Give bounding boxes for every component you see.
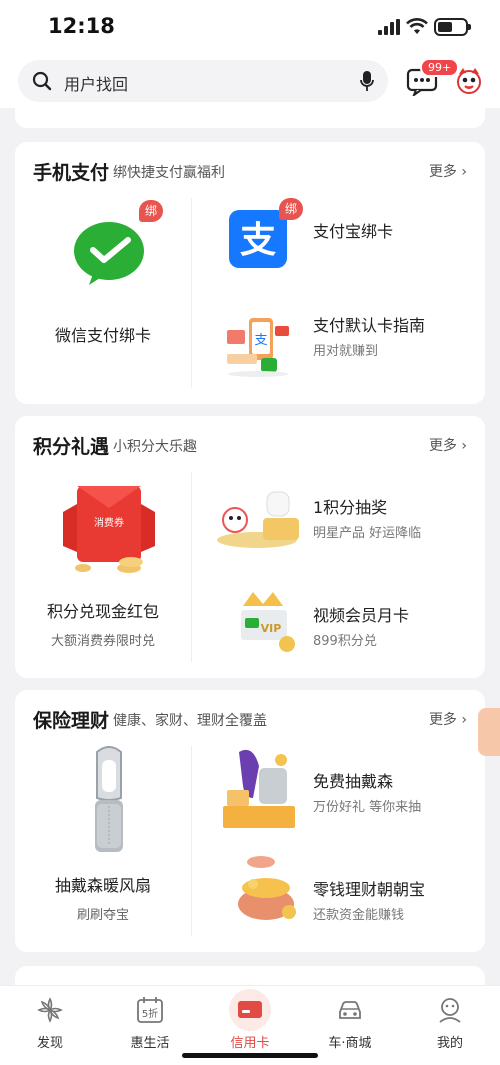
- coin-box-illustration: [238, 856, 296, 920]
- item-subtitle: 大额消费券限时兑: [50, 634, 155, 649]
- default-card-guide-illustration: 支: [227, 318, 289, 377]
- battery-icon: [434, 18, 471, 36]
- item-title: 支付宝绑卡: [313, 222, 394, 241]
- red-envelope-illustration: 消费券: [63, 486, 155, 573]
- mobile-payment-card: 手机支付 绑快捷支付赢福利 更多 › 绑 微信支付绑卡 支 绑 支付宝绑卡 支: [15, 142, 485, 404]
- svg-text:支: 支: [254, 333, 267, 348]
- item-title: 支付默认卡指南: [313, 316, 426, 335]
- dyson-gift-box-illustration: [223, 749, 295, 828]
- more-link[interactable]: 更多 ›: [429, 709, 467, 729]
- video-vip-monthly-item[interactable]: VIP 视频会员月卡 899积分兑: [205, 580, 475, 670]
- alipay-bind-card-item[interactable]: 支 绑 支付宝绑卡: [205, 198, 475, 288]
- item-title: 微信支付绑卡: [54, 326, 151, 345]
- search-placeholder: 用户找回: [64, 75, 129, 94]
- alipay-icon: 支: [229, 210, 287, 268]
- section-title: 手机支付: [33, 162, 110, 184]
- chevron-right-icon: ›: [461, 164, 467, 180]
- cellular-signal-icon: [378, 19, 400, 35]
- default-card-guide-item[interactable]: 支 支付默认卡指南 用对就赚到: [205, 302, 475, 392]
- points-rewards-card: 积分礼遇 小积分大乐趣 更多 › 消费券 积分兑现金红包 大额消费券限时兑 1积…: [15, 416, 485, 678]
- section-title: 积分礼遇: [33, 436, 110, 458]
- more-link[interactable]: 更多 ›: [429, 435, 467, 455]
- status-bar: 12:18: [0, 0, 500, 56]
- tab-label: 惠生活: [130, 1036, 170, 1051]
- tab-label: 信用卡: [230, 1036, 270, 1051]
- car-icon: [339, 1001, 361, 1019]
- one-point-lottery-item[interactable]: 1积分抽奖 明星产品 好运降临: [205, 472, 475, 562]
- floating-side-tag[interactable]: [478, 708, 500, 756]
- free-dyson-lottery-item[interactable]: 免费抽戴森 万份好礼 等你来抽: [205, 746, 475, 836]
- item-subtitle: 用对就赚到: [313, 344, 379, 359]
- svg-text:VIP: VIP: [261, 622, 282, 635]
- item-title: 零钱理财朝朝宝: [313, 880, 426, 899]
- earbuds-lottery-illustration: [217, 491, 299, 548]
- item-subtitle: 明星产品 好运降临: [313, 526, 422, 541]
- dyson-fan-illustration: [95, 746, 123, 852]
- vip-card-illustration: VIP: [241, 592, 295, 652]
- chevron-right-icon: ›: [461, 712, 467, 728]
- tab-label: 我的: [436, 1036, 463, 1051]
- section-subtitle: 绑快捷支付赢福利: [113, 165, 225, 181]
- insurance-finance-card: 保险理财 健康、家财、理财全覆盖 更多 › 抽戴森暖风扇 刷刷夺宝 免费抽戴森 …: [15, 690, 485, 952]
- item-title: 积分兑现金红包: [46, 602, 159, 621]
- zhaozhaobao-finance-item[interactable]: 零钱理财朝朝宝 还款资金能赚钱: [205, 854, 475, 944]
- top-header: 用户找回 99+: [0, 56, 500, 108]
- item-subtitle: 还款资金能赚钱: [313, 908, 405, 923]
- discount-icon: 5折: [137, 997, 163, 1023]
- dyson-heater-lottery-item[interactable]: 抽戴森暖风扇 刷刷夺宝: [15, 740, 191, 940]
- section-title: 保险理财: [33, 710, 110, 732]
- search-icon: [32, 71, 52, 91]
- more-label: 更多: [428, 712, 457, 728]
- item-title: 1积分抽奖: [313, 498, 388, 517]
- wifi-icon: [406, 18, 428, 34]
- item-title: 抽戴森暖风扇: [54, 876, 151, 895]
- bind-badge: 绑: [279, 198, 303, 220]
- more-label: 更多: [428, 438, 457, 454]
- mascot-avatar-icon[interactable]: [454, 66, 484, 96]
- more-link[interactable]: 更多 ›: [429, 161, 467, 181]
- section-subtitle: 健康、家财、理财全覆盖: [113, 713, 267, 729]
- section-subtitle: 小积分大乐趣: [113, 439, 197, 455]
- more-label: 更多: [428, 164, 457, 180]
- bind-badge: 绑: [139, 200, 163, 222]
- item-title: 视频会员月卡: [313, 606, 410, 625]
- svg-text:消费券: 消费券: [94, 516, 124, 529]
- wechat-pay-icon: [74, 222, 144, 285]
- svg-text:支: 支: [240, 220, 276, 261]
- tab-label: 车·商城: [328, 1036, 372, 1051]
- discover-icon: [37, 997, 63, 1023]
- item-subtitle: 899积分兑: [313, 634, 377, 649]
- points-cash-redpacket-item[interactable]: 消费券 积分兑现金红包 大额消费券限时兑: [15, 466, 191, 666]
- item-title: 免费抽戴森: [313, 772, 394, 791]
- status-time: 12:18: [48, 14, 115, 38]
- profile-icon: [439, 998, 461, 1023]
- divider: [191, 472, 192, 662]
- search-bar[interactable]: 用户找回: [18, 60, 388, 102]
- item-subtitle: 刷刷夺宝: [76, 908, 129, 923]
- item-subtitle: 万份好礼 等你来抽: [313, 800, 422, 815]
- home-indicator: [182, 1053, 318, 1058]
- wechat-bind-card-item[interactable]: 绑 微信支付绑卡: [15, 190, 191, 390]
- divider: [191, 746, 192, 936]
- previous-card-bottom: [15, 108, 485, 128]
- credit-card-icon: [229, 989, 271, 1031]
- tab-label: 发现: [36, 1036, 63, 1051]
- microphone-icon[interactable]: [360, 70, 374, 92]
- chevron-right-icon: ›: [461, 438, 467, 454]
- svg-text:5折: 5折: [142, 1007, 158, 1020]
- divider: [191, 198, 192, 388]
